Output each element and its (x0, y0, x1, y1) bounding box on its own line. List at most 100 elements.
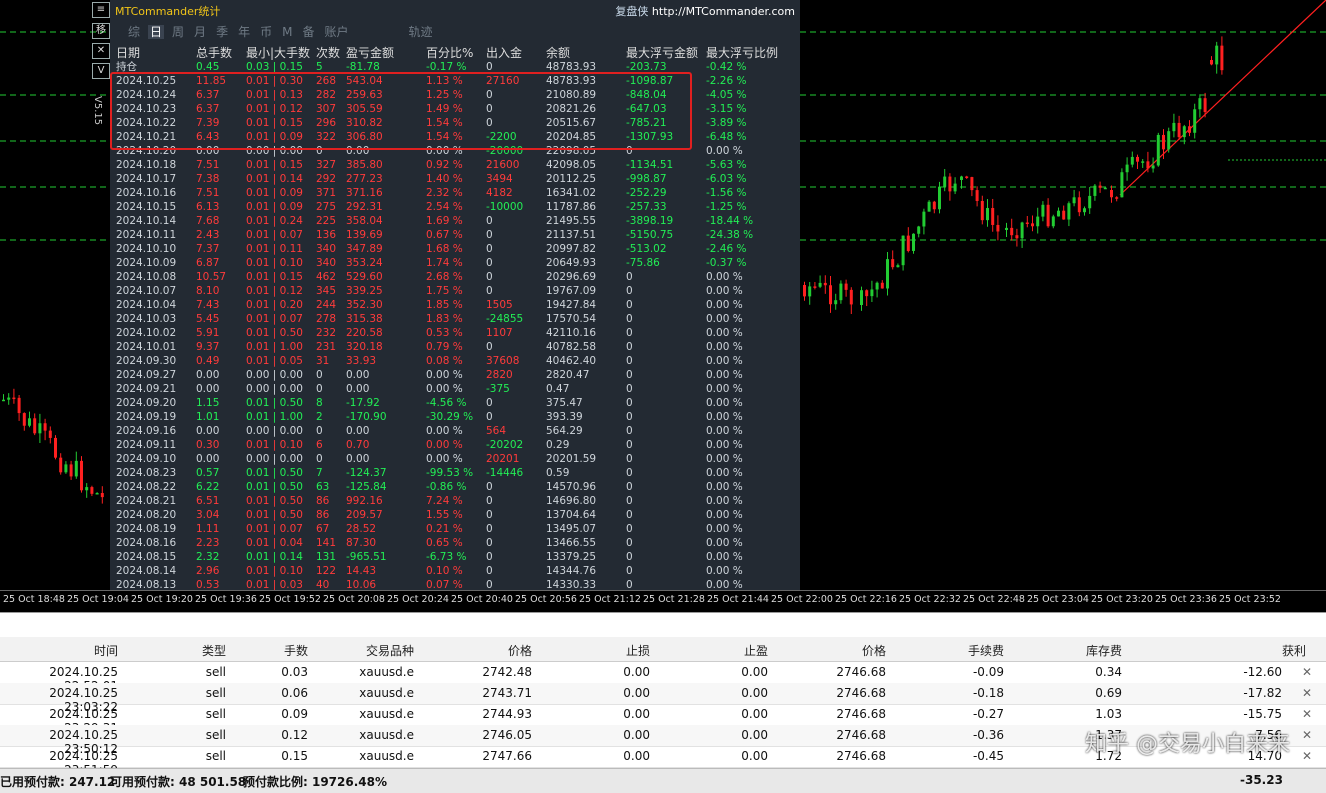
stats-row[interactable]: 2024.10.14 7.68 0.01 | 0.24 225 358.04 1.69 %… (110, 214, 800, 228)
cell-maxflp: 0.00 % (706, 509, 743, 521)
stats-row[interactable]: 2024.08.20 3.04 0.01 | 0.50 86 209.57 1.55 % 0… (110, 508, 800, 522)
cell-pct: 0.07 % (426, 579, 463, 590)
cell-minmax: 0.01 | 0.12 (246, 285, 303, 297)
terminal-col-header[interactable]: 库存费 (1086, 642, 1122, 659)
tab-4[interactable]: 季 (214, 25, 230, 39)
candle-body (813, 286, 817, 288)
time-tick: 25 Oct 22:16 (835, 594, 897, 605)
stats-row[interactable]: 2024.08.22 6.22 0.01 | 0.50 63 -125.84 -0.86 … (110, 480, 800, 494)
terminal-col-header[interactable]: 价格 (508, 642, 532, 659)
stats-row[interactable]: 2024.09.11 0.30 0.01 | 0.10 6 0.70 0.00 % -202… (110, 438, 800, 452)
stats-row[interactable]: 2024.10.04 7.43 0.01 | 0.20 244 352.30 1.85 %… (110, 298, 800, 312)
cell-maxflp: 0.00 % (706, 355, 743, 367)
tab-0[interactable]: 综 (126, 25, 142, 39)
menu-icon[interactable]: ≡ (92, 2, 110, 18)
close-position-icon[interactable]: ✕ (1302, 728, 1312, 742)
brand-url[interactable]: http://MTCommander.com (652, 5, 795, 18)
time-axis: 25 Oct 18:48 25 Oct 19:04 25 Oct 19:20 25 O… (0, 590, 1326, 609)
time-tick: 25 Oct 22:48 (963, 594, 1025, 605)
tab-8[interactable]: 备 (300, 25, 316, 39)
stats-row[interactable]: 2024.08.15 2.32 0.01 | 0.14 131 -965.51 -6.73… (110, 550, 800, 564)
candle-body (54, 437, 57, 458)
stats-row[interactable]: 2024.09.30 0.49 0.01 | 0.05 31 33.93 0.08 % 37… (110, 354, 800, 368)
stats-row[interactable]: 2024.10.15 6.13 0.01 | 0.09 275 292.31 2.54 %… (110, 200, 800, 214)
cell-maxfl: 0 (626, 481, 633, 493)
tab-5[interactable]: 年 (236, 25, 252, 39)
stats-row[interactable]: 2024.10.17 7.38 0.01 | 0.14 292 277.23 1.40 %… (110, 172, 800, 186)
stats-row[interactable]: 2024.08.14 2.96 0.01 | 0.10 122 14.43 0.10 % 0… (110, 564, 800, 578)
cell-count: 6 (316, 439, 323, 451)
margin-ratio: 预付款比例: 19726.48% (243, 775, 388, 789)
terminal-col-header[interactable]: 手续费 (968, 642, 1004, 659)
trade-cell: xauusd.e (359, 728, 414, 742)
cell-maxfl: 0 (626, 523, 633, 535)
stats-row[interactable]: 2024.10.18 7.51 0.01 | 0.15 327 385.80 0.92 %… (110, 158, 800, 172)
trade-row[interactable]: 2024.10.25 22:52:01sell0.03xauusd.e2742.… (0, 662, 1326, 693)
stats-row[interactable]: 2024.10.03 5.45 0.01 | 0.07 278 315.38 1.83 %… (110, 312, 800, 326)
stats-row[interactable]: 2024.10.08 10.57 0.01 | 0.15 462 529.60 2.68 … (110, 270, 800, 284)
move-button[interactable]: 移 (92, 23, 110, 39)
stats-row[interactable]: 2024.09.19 1.01 0.01 | 1.00 2 -170.90 -30.29 … (110, 410, 800, 424)
trade-cell: 2746.68 (836, 728, 886, 742)
close-position-icon[interactable]: ✕ (1302, 686, 1312, 700)
stats-row[interactable]: 2024.08.23 0.57 0.01 | 0.50 7 -124.37 -99.53 … (110, 466, 800, 480)
stats-row[interactable]: 2024.08.21 6.51 0.01 | 0.50 86 992.16 7.24 % 0… (110, 494, 800, 508)
cell-pnl: 0.00 (346, 453, 370, 465)
close-icon[interactable]: ✕ (92, 43, 110, 59)
stats-row[interactable]: 2024.10.10 7.37 0.01 | 0.11 340 347.89 1.68 %… (110, 242, 800, 256)
cell-pct: 0.10 % (426, 565, 463, 577)
tab-2[interactable]: 周 (170, 25, 186, 39)
terminal-col-header[interactable]: 交易品种 (366, 642, 414, 659)
tab-3[interactable]: 月 (192, 25, 208, 39)
candle-body (7, 397, 11, 400)
cell-maxfl: -75.86 (626, 257, 660, 269)
stats-row[interactable]: 2024.09.21 0.00 0.00 | 0.00 0 0.00 0.00 % -375… (110, 382, 800, 396)
cell-pct: 2.68 % (426, 271, 463, 283)
tab-7[interactable]: M (280, 25, 294, 39)
time-tick: 25 Oct 23:36 (1155, 594, 1217, 605)
stats-row[interactable]: 2024.08.19 1.11 0.01 | 0.07 67 28.52 0.21 % 0 1… (110, 522, 800, 536)
stats-row[interactable]: 2024.10.11 2.43 0.01 | 0.07 136 139.69 0.67 %… (110, 228, 800, 242)
close-position-icon[interactable]: ✕ (1302, 665, 1312, 679)
brand-link[interactable]: 复盘侠 http://MTCommander.com (615, 3, 795, 19)
stats-row[interactable]: 2024.10.01 9.37 0.01 | 1.00 231 320.18 0.79 %… (110, 340, 800, 354)
stats-row[interactable]: 2024.09.20 1.15 0.01 | 0.50 8 -17.92 -4.56 % 0… (110, 396, 800, 410)
stats-row[interactable]: 2024.09.16 0.00 0.00 | 0.00 0 0.00 0.00 % 564 5… (110, 424, 800, 438)
stats-row[interactable]: 2024.10.09 6.87 0.01 | 0.10 340 353.24 1.74 %… (110, 256, 800, 270)
stats-row[interactable]: 2024.09.10 0.00 0.00 | 0.00 0 0.00 0.00 % 2020… (110, 452, 800, 466)
cell-maxflp: 0.00 % (706, 495, 743, 507)
terminal-col-header[interactable]: 价格 (862, 642, 886, 659)
cell-date: 2024.08.15 (116, 551, 177, 563)
time-tick: 25 Oct 19:52 (259, 594, 321, 605)
stats-row[interactable]: 2024.09.27 0.00 0.00 | 0.00 0 0.00 0.00 % 2820… (110, 368, 800, 382)
terminal-col-header[interactable]: 类型 (202, 642, 226, 659)
stats-row[interactable]: 2024.10.07 8.10 0.01 | 0.12 345 339.25 1.75 %… (110, 284, 800, 298)
stats-row[interactable]: 2024.08.16 2.23 0.01 | 0.04 141 87.30 0.65 % 0… (110, 536, 800, 550)
terminal-col-header[interactable]: 手数 (284, 642, 308, 659)
cell-pct: 1.75 % (426, 285, 463, 297)
trade-row[interactable]: 2024.10.25 23:29:31sell0.09xauusd.e2744.… (0, 704, 1326, 735)
cell-count: 2 (316, 411, 323, 423)
terminal-col-header[interactable]: 获利 (1282, 642, 1306, 659)
cell-minmax: 0.00 | 0.00 (246, 425, 303, 437)
tab-9[interactable]: 账户 (322, 25, 350, 39)
tab-1[interactable]: 日 (148, 25, 165, 39)
tab-6[interactable]: 币 (258, 25, 274, 39)
terminal-col-header[interactable]: 止盈 (744, 642, 768, 659)
stats-row[interactable]: 2024.10.16 7.51 0.01 | 0.09 371 371.16 2.32 %… (110, 186, 800, 200)
cell-date: 2024.09.21 (116, 383, 177, 395)
terminal-col-header[interactable]: 时间 (94, 642, 118, 659)
cell-maxflp: 0.00 % (706, 537, 743, 549)
close-position-icon[interactable]: ✕ (1302, 749, 1312, 763)
stats-row[interactable]: 2024.10.02 5.91 0.01 | 0.50 232 220.58 0.53 %… (110, 326, 800, 340)
cell-pct: 1.69 % (426, 215, 463, 227)
close-position-icon[interactable]: ✕ (1302, 707, 1312, 721)
terminal-col-header[interactable]: 止损 (626, 642, 650, 659)
stats-row[interactable]: 2024.08.13 0.53 0.01 | 0.03 40 10.06 0.07 % 0 1… (110, 578, 800, 590)
cell-io: 0 (486, 271, 493, 283)
collapse-button[interactable]: V (92, 63, 110, 79)
cell-count: 232 (316, 327, 337, 339)
trade-row[interactable]: 2024.10.25 23:03:22 sell 0.06 xauusd.e 2743.… (0, 683, 1326, 714)
track-tab[interactable]: 轨迹 (407, 25, 435, 39)
cell-pnl: 277.23 (346, 173, 383, 185)
